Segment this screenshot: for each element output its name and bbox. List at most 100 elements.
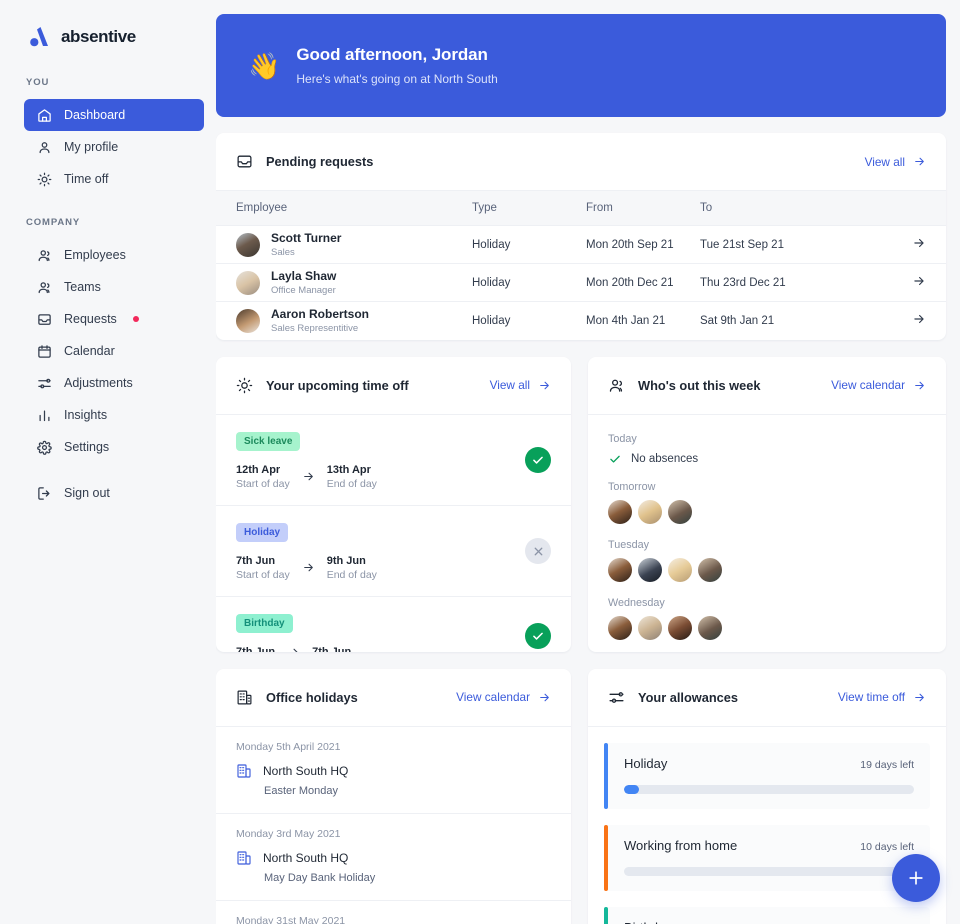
allowance-days-left: 10 days left [860, 840, 914, 853]
table-row[interactable]: Aaron Robertson Sales Representitive Hol… [216, 301, 946, 340]
brand-logo[interactable]: absentive [0, 0, 216, 50]
end-date: 9th Jun [326, 554, 366, 567]
office-name: North South HQ [263, 850, 349, 865]
avatar[interactable] [608, 557, 632, 582]
avatar[interactable] [698, 615, 722, 640]
sidebar-item-label: Dashboard [64, 108, 126, 122]
bar-chart-icon [36, 407, 52, 423]
users-icon [36, 279, 52, 295]
allowance-item[interactable]: Holiday 19 days left [604, 742, 930, 809]
arrow-right-icon [915, 157, 924, 166]
add-request-button[interactable] [892, 854, 940, 902]
view-calendar-link[interactable]: View calendar [831, 378, 926, 392]
sidebar-item-time-off[interactable]: Time off [24, 163, 204, 195]
avatar[interactable] [638, 557, 662, 582]
avatar[interactable] [698, 557, 722, 582]
link-label: View all [864, 154, 905, 169]
sidebar-item-adjustments[interactable]: Adjustments [24, 367, 204, 399]
avatar[interactable] [638, 615, 662, 640]
main-content: 👋 Good afternoon, Jordan Here's what's g… [216, 0, 960, 924]
banner-subtitle: Here's what's going on at North South [296, 72, 498, 86]
row-arrow-button[interactable] [906, 225, 946, 264]
card-header: Who's out this week View calendar [588, 357, 946, 415]
arrow-right-icon [915, 693, 924, 701]
row-arrow-button[interactable] [906, 263, 946, 302]
arrow-right-icon [914, 238, 924, 248]
table-row[interactable]: Scott Turner Sales Holiday Mon 20th Sep … [216, 225, 946, 264]
users-icon [608, 377, 625, 394]
request-to: Tue 21st Sep 21 [700, 225, 906, 264]
time-off-row[interactable]: Holiday 7th Jun Start of day 9th Jun End… [216, 506, 571, 597]
view-all-link[interactable]: View all [865, 155, 926, 169]
holiday-description: Easter Monday [264, 784, 338, 797]
avatar[interactable] [638, 499, 662, 524]
view-calendar-link[interactable]: View calendar [456, 690, 551, 704]
requests-notification-dot [132, 316, 139, 322]
sidebar-item-dashboard[interactable]: Dashboard [24, 99, 204, 131]
start-date: 12th Apr [236, 463, 281, 476]
column-header-type: Type [472, 191, 586, 226]
avatar[interactable] [608, 615, 632, 640]
inbox-icon [236, 153, 253, 170]
allowance-item[interactable]: Birthday 0 days left [604, 906, 930, 924]
employee-name: Layla Shaw [271, 269, 337, 283]
avatar-group [608, 499, 926, 524]
office-holidays-card: Office holidays View calendar Monday 5th… [216, 668, 571, 924]
arrow-right-icon [915, 381, 924, 389]
leave-type-badge: Sick leave [236, 431, 301, 451]
avatar[interactable] [608, 499, 632, 524]
app-root: absentive YOU Dashboard My profile Time … [0, 0, 960, 924]
office-holiday-row[interactable]: Monday 3rd May 2021 North South HQ May D… [216, 814, 571, 901]
no-absences-row: No absences [608, 452, 926, 466]
arrow-right-icon [287, 646, 300, 652]
avatar [236, 232, 260, 257]
sidebar-item-settings[interactable]: Settings [24, 431, 204, 463]
office-name: North South HQ [263, 763, 349, 778]
end-date-note: End of day [326, 568, 377, 581]
day-label: Wednesday [608, 596, 665, 609]
employee-name: Scott Turner [271, 231, 342, 245]
time-off-row[interactable]: Sick leave 12th Apr Start of day 13th Ap… [216, 415, 571, 506]
avatar-group [608, 615, 926, 640]
calendar-icon [36, 343, 52, 359]
status-declined-icon [525, 538, 551, 564]
avatar[interactable] [668, 499, 692, 524]
inbox-icon [36, 311, 52, 327]
office-holiday-row[interactable]: Monday 5th April 2021 North South HQ Eas… [216, 727, 571, 814]
avatar[interactable] [668, 615, 692, 640]
sidebar-item-my-profile[interactable]: My profile [24, 131, 204, 163]
sidebar-item-requests[interactable]: Requests [24, 303, 204, 335]
row-arrow-button[interactable] [906, 301, 946, 340]
office-building-icon [236, 850, 252, 866]
sidebar-item-calendar[interactable]: Calendar [24, 335, 204, 367]
link-label: View all [489, 378, 530, 392]
request-to: Sat 9th Jan 21 [700, 301, 906, 340]
start-date-note: Start of day [236, 477, 290, 490]
sidebar-item-employees[interactable]: Employees [24, 239, 204, 271]
request-from: Mon 20th Sep 21 [586, 225, 700, 264]
day-label: Tuesday [608, 538, 650, 551]
card-title: Office holidays [266, 689, 358, 705]
table-row[interactable]: Layla Shaw Office Manager Holiday Mon 20… [216, 263, 946, 302]
avatar[interactable] [668, 557, 692, 582]
request-to: Thu 23rd Dec 21 [700, 263, 906, 302]
greeting-banner: 👋 Good afternoon, Jordan Here's what's g… [216, 14, 946, 117]
sidebar-item-label: Employees [64, 248, 126, 262]
office-holiday-row[interactable]: Monday 31st May 2021 North South HQ [216, 901, 571, 924]
view-all-link[interactable]: View all [490, 378, 551, 392]
allowance-item[interactable]: Working from home 10 days left [604, 824, 930, 891]
sidebar-item-insights[interactable]: Insights [24, 399, 204, 431]
day-label: Today [608, 432, 637, 445]
view-time-off-link[interactable]: View time off [838, 690, 926, 704]
time-off-row[interactable]: Birthday 7th Jun 7th Jun [216, 597, 571, 652]
sidebar-group-company: COMPANY [26, 217, 81, 228]
sun-icon [36, 171, 52, 187]
allowance-name: Birthday [624, 920, 672, 924]
card-title: Pending requests [266, 154, 374, 169]
sidebar-item-teams[interactable]: Teams [24, 271, 204, 303]
sidebar-item-label: Calendar [64, 344, 115, 358]
sidebar-item-sign-out[interactable]: Sign out [24, 477, 204, 509]
arrow-right-icon [302, 561, 315, 574]
card-header: Office holidays View calendar [216, 669, 571, 727]
allowance-progress-track [624, 784, 914, 794]
